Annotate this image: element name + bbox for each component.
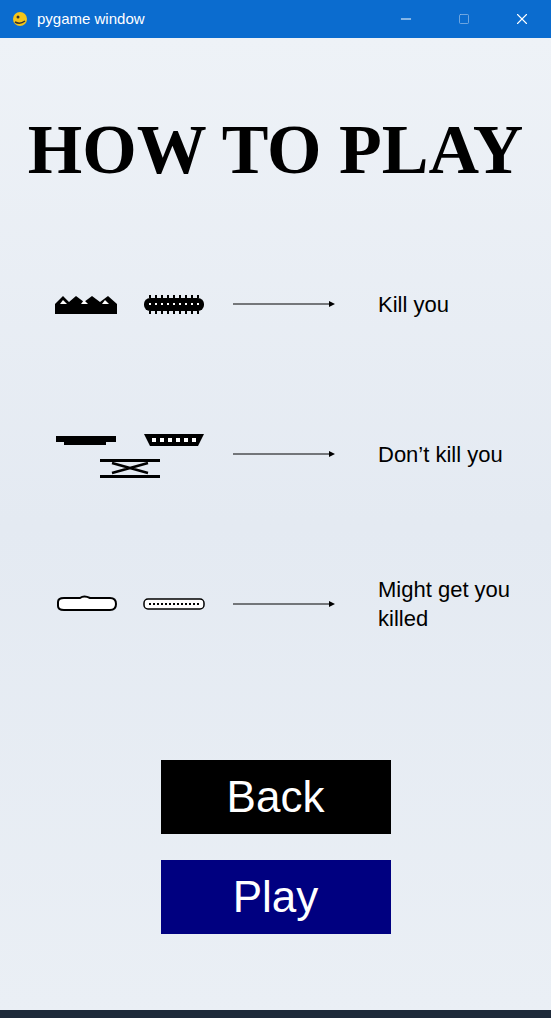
spiked-log-icon — [142, 292, 206, 316]
legend-row: Don’t kill you — [0, 424, 551, 484]
cloud-icon — [54, 592, 118, 616]
legend-row: Kill you — [0, 274, 551, 334]
taskbar-strip — [0, 1010, 551, 1018]
bowl-platform-icon — [142, 428, 206, 452]
spikes-icon — [54, 292, 118, 316]
sprite-group — [45, 592, 215, 616]
spring-icon — [98, 456, 162, 480]
maximize-icon — [458, 13, 470, 25]
play-button[interactable]: Play — [161, 860, 391, 934]
legend-row: Might get you killed — [0, 574, 551, 634]
app-window: pygame window HOW TO PLAY Kill you Don’t ki… — [0, 0, 551, 1018]
arrow-icon — [233, 299, 335, 309]
legend-label: Might get you killed — [378, 575, 528, 633]
maximize-button — [435, 0, 493, 38]
minimize-button[interactable] — [377, 0, 435, 38]
legend-label: Don’t kill you — [378, 440, 528, 469]
close-icon — [513, 10, 531, 28]
legend: Kill you Don’t kill you Might get you kill… — [0, 274, 551, 634]
window-title: pygame window — [37, 8, 145, 31]
window-controls — [377, 0, 551, 38]
arrow-icon — [233, 599, 335, 609]
close-button[interactable] — [493, 0, 551, 38]
back-button[interactable]: Back — [161, 760, 391, 834]
heading: HOW TO PLAY — [0, 38, 551, 186]
dotted-platform-icon — [142, 592, 206, 616]
minimize-icon — [398, 11, 414, 27]
game-screen: HOW TO PLAY Kill you Don’t kill you Might g… — [0, 38, 551, 1010]
platform-icon — [54, 428, 118, 452]
sprite-group — [45, 428, 215, 480]
legend-label: Kill you — [378, 290, 528, 319]
pygame-snake-icon — [11, 10, 29, 28]
title-bar[interactable]: pygame window — [0, 0, 551, 38]
arrow-icon — [233, 449, 335, 459]
sprite-group — [45, 292, 215, 316]
menu-buttons: Back Play — [0, 760, 551, 934]
